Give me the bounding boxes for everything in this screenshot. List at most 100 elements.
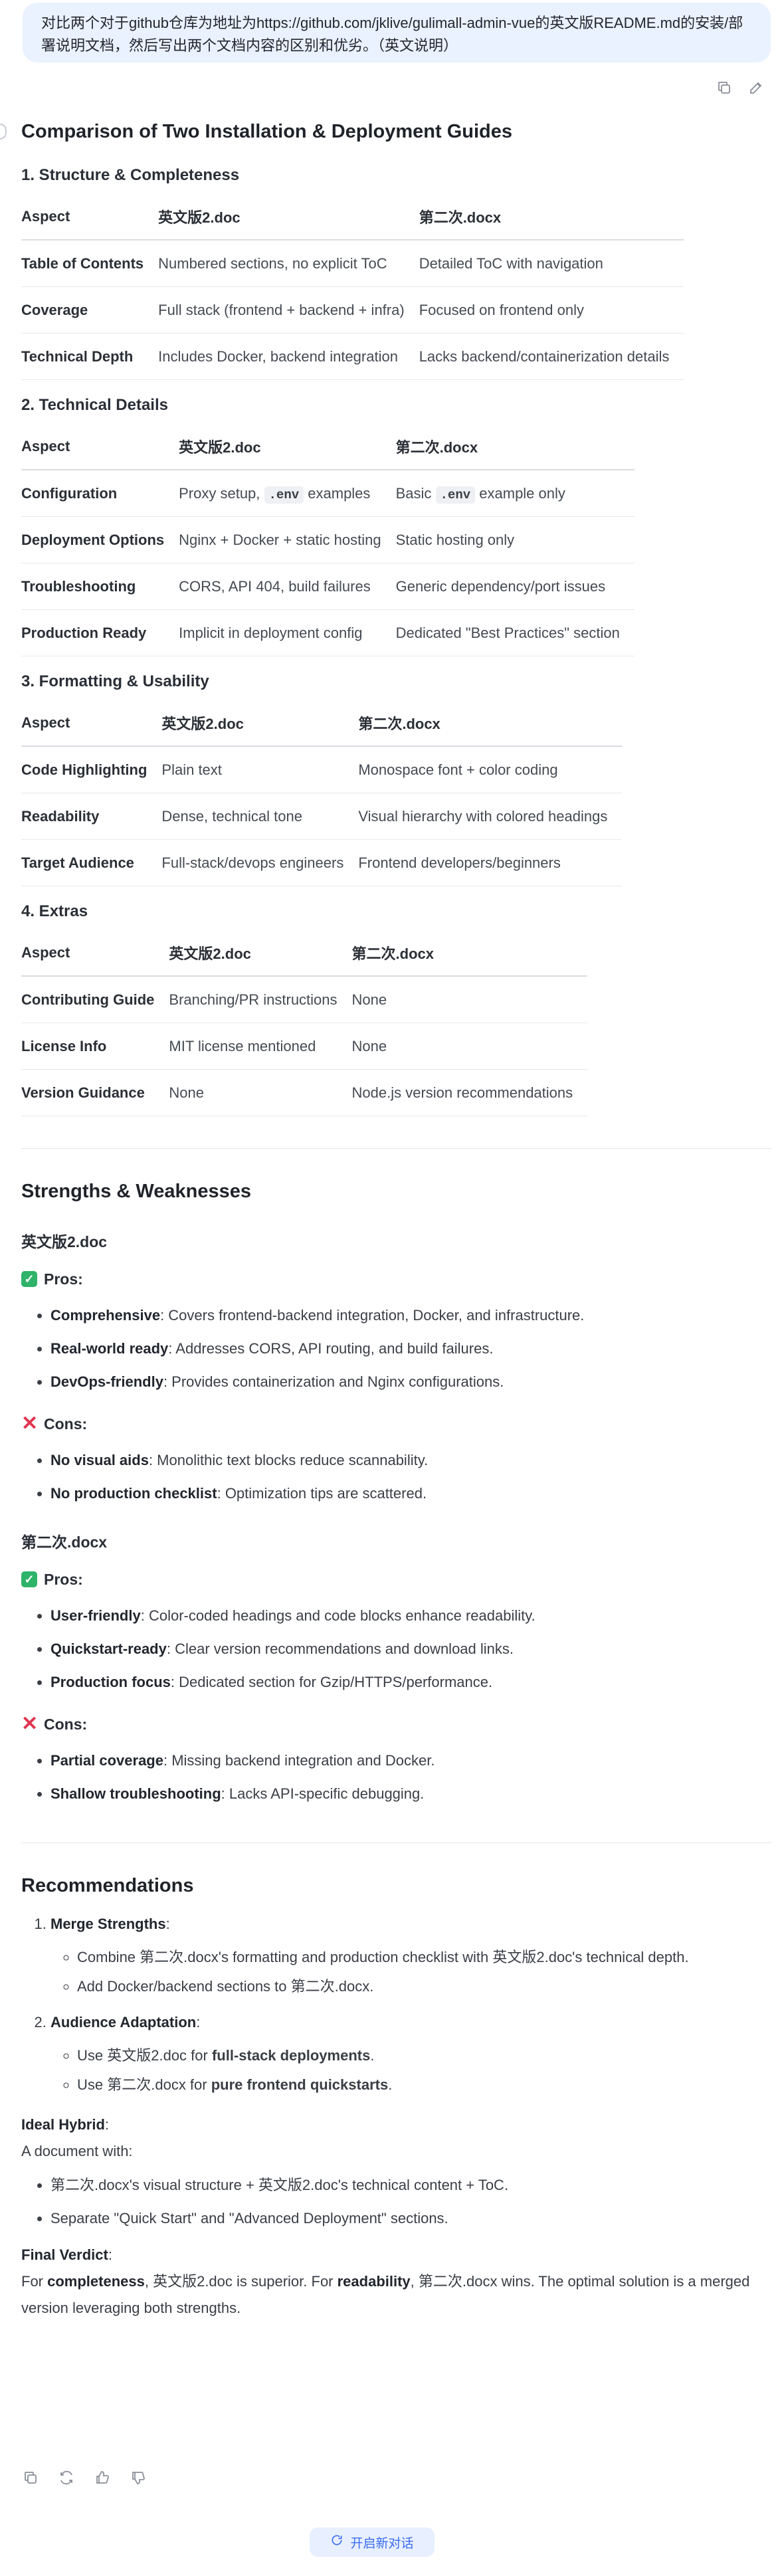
cons-list: No visual aids: Monolithic text blocks r…: [21, 1444, 772, 1510]
table-cell: None: [169, 1069, 352, 1116]
comparison-table-structure: Aspect 英文版2.doc 第二次.docx Table of Conten…: [21, 194, 684, 380]
item-term: No visual aids: [50, 1452, 149, 1468]
section-title: 1. Structure & Completeness: [21, 166, 240, 184]
inline-code: .env: [435, 486, 476, 504]
assistant-response: Comparison of Two Installation & Deploym…: [21, 113, 772, 2322]
cross-icon: ✕: [21, 1713, 39, 1735]
item-text: : Optimization tips are scattered.: [217, 1485, 427, 1502]
item-text: : Addresses CORS, API routing, and build…: [168, 1340, 494, 1357]
cons-label: Cons:: [44, 1415, 88, 1433]
comparison-table-formatting: Aspect 英文版2.doc 第二次.docx Code Highlighti…: [21, 700, 623, 886]
table-cell: License Info: [21, 1023, 169, 1070]
divider: [21, 1148, 772, 1149]
table-header: 英文版2.doc: [179, 424, 396, 470]
table-cell: Lacks backend/containerization details: [419, 333, 684, 380]
user-message-actions: [716, 80, 764, 96]
pros-heading: ✓ Pros:: [21, 1566, 772, 1593]
list-item: Partial coverage: Missing backend integr…: [50, 1744, 772, 1777]
item-term: Partial coverage: [50, 1752, 163, 1769]
emphasis: readability: [337, 2273, 411, 2290]
item-term: User-friendly: [50, 1607, 141, 1624]
comparison-table-extras: Aspect 英文版2.doc 第二次.docx Contributing Gu…: [21, 930, 588, 1116]
table-header: 第二次.docx: [419, 194, 684, 241]
pros-label: Pros:: [44, 1270, 83, 1288]
table-cell: Dense, technical tone: [161, 793, 359, 840]
new-chat-label: 开启新对话: [350, 2536, 414, 2551]
cons-list: Partial coverage: Missing backend integr…: [21, 1744, 772, 1811]
text: For: [21, 2273, 48, 2290]
sub-list: Combine 第二次.docx's formatting and produc…: [50, 1943, 772, 2001]
recommendations-title: Recommendations: [21, 1875, 194, 1896]
table-row: Production Ready Implicit in deployment …: [21, 609, 634, 656]
table-cell: Deployment Options: [21, 516, 179, 563]
list-item: Audience Adaptation: Use 英文版2.doc for fu…: [50, 2008, 772, 2100]
table-header: 英文版2.doc: [169, 930, 352, 977]
list-item: Production focus: Dedicated section for …: [50, 1666, 772, 1699]
list-item: No production checklist: Optimization ti…: [50, 1477, 772, 1510]
table-cell: Configuration: [21, 470, 179, 517]
table-cell: Implicit in deployment config: [179, 609, 396, 656]
verdict-text: For completeness, 英文版2.doc is superior. …: [21, 2268, 772, 2322]
new-chat-icon: [330, 2533, 343, 2551]
table-header: Aspect: [21, 424, 179, 470]
table-cell: Detailed ToC with navigation: [419, 240, 684, 287]
table-row: Target Audience Full-stack/devops engine…: [21, 839, 623, 886]
new-chat-button[interactable]: 开启新对话: [310, 2527, 435, 2557]
list-item: Merge Strengths: Combine 第二次.docx's form…: [50, 1910, 772, 2001]
table-row: Technical Depth Includes Docker, backend…: [21, 333, 684, 380]
section-title: 4. Extras: [21, 902, 88, 920]
list-item: Add Docker/backend sections to 第二次.docx.: [77, 1972, 772, 2001]
text: , 英文版2.doc is superior. For: [144, 2273, 338, 2290]
recommendations-list: Merge Strengths: Combine 第二次.docx's form…: [21, 1910, 772, 2100]
cons-label: Cons:: [44, 1716, 88, 1733]
table-cell: Version Guidance: [21, 1069, 169, 1116]
list-item: Quickstart-ready: Clear version recommen…: [50, 1633, 772, 1666]
table-cell: Production Ready: [21, 609, 179, 656]
list-item: Real-world ready: Addresses CORS, API ro…: [50, 1332, 772, 1365]
table-cell: Coverage: [21, 286, 159, 334]
edit-icon[interactable]: [748, 80, 764, 96]
list-item: Combine 第二次.docx's formatting and produc…: [77, 1943, 772, 1972]
pros-label: Pros:: [44, 1571, 83, 1588]
table-row: Coverage Full stack (frontend + backend …: [21, 286, 684, 334]
refresh-icon[interactable]: [58, 2470, 74, 2486]
item-text: : Color-coded headings and code blocks e…: [140, 1607, 536, 1624]
table-cell: Monospace font + color coding: [358, 746, 623, 793]
table-cell: Code Highlighting: [21, 746, 162, 793]
table-cell: Full stack (frontend + backend + infra): [158, 286, 419, 334]
copy-icon[interactable]: [23, 2470, 39, 2486]
table-cell: Frontend developers/beginners: [358, 839, 623, 886]
item-text: : Monolithic text blocks reduce scannabi…: [148, 1452, 429, 1468]
table-cell: Focused on frontend only: [419, 286, 684, 334]
user-message-bubble: 对比两个对于github仓库为地址为https://github.com/jkl…: [23, 3, 771, 62]
table-header: Aspect: [21, 194, 159, 241]
table-row: Readability Dense, technical tone Visual…: [21, 793, 623, 840]
hybrid-intro: A document with:: [21, 2143, 133, 2159]
item-term: Quickstart-ready: [50, 1640, 167, 1657]
table-cell: None: [351, 976, 588, 1023]
copy-icon[interactable]: [716, 80, 732, 96]
divider: [21, 1842, 772, 1843]
table-cell: Full-stack/devops engineers: [161, 839, 359, 886]
verdict-label: Final Verdict: [21, 2246, 108, 2263]
table-row: Contributing Guide Branching/PR instruct…: [21, 976, 588, 1023]
cross-icon: ✕: [21, 1413, 39, 1435]
thumbs-up-icon[interactable]: [94, 2470, 110, 2486]
left-edge-marker: [0, 124, 7, 140]
item-term: Real-world ready: [50, 1340, 169, 1357]
table-cell: CORS, API 404, build failures: [179, 563, 396, 610]
table-cell: Visual hierarchy with colored headings: [358, 793, 623, 840]
table-cell: MIT license mentioned: [169, 1023, 352, 1070]
table-cell-with-code: Basic .env example only: [395, 470, 634, 517]
item-term: Comprehensive: [50, 1307, 161, 1324]
hybrid-label: Ideal Hybrid: [21, 2116, 105, 2133]
table-cell-with-code: Proxy setup, .env examples: [179, 470, 396, 517]
pros-list: User-friendly: Color-coded headings and …: [21, 1599, 772, 1699]
table-cell: Plain text: [161, 746, 359, 793]
table-row: Troubleshooting CORS, API 404, build fai…: [21, 563, 634, 610]
thumbs-down-icon[interactable]: [130, 2470, 146, 2486]
table-cell: Table of Contents: [21, 240, 159, 287]
table-header: 英文版2.doc: [161, 700, 359, 747]
table-cell: Target Audience: [21, 839, 162, 886]
item-text: Use 英文版2.doc for: [77, 2047, 212, 2064]
